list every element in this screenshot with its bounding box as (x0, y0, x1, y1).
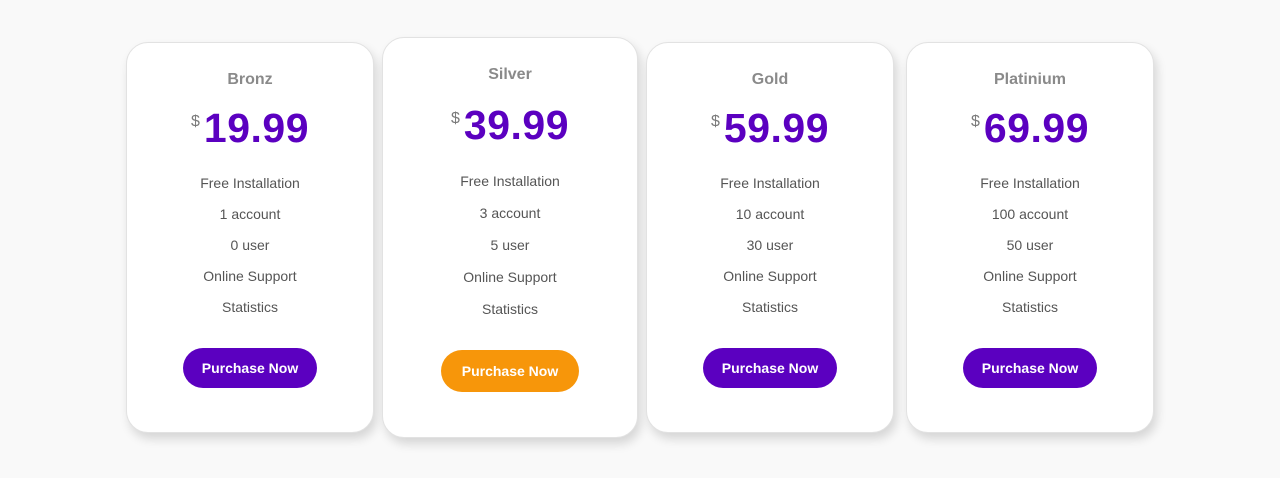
pricing-card-platinium: Platinium $69.99 Free Installation 100 a… (906, 42, 1154, 433)
feature-item: Online Support (463, 269, 557, 285)
price: $69.99 (907, 105, 1153, 155)
feature-item: 5 user (490, 237, 530, 253)
feature-item: 30 user (746, 237, 794, 253)
currency-symbol: $ (710, 113, 720, 130)
currency-symbol: $ (450, 110, 460, 127)
purchase-button-silver[interactable]: Purchase Now (441, 350, 579, 392)
plan-name: Platinium (993, 71, 1066, 88)
price: $59.99 (647, 105, 893, 155)
pricing-card-gold: Gold $59.99 Free Installation 10 account… (646, 42, 894, 433)
pricing-section: Bronz $19.99 Free Installation 1 account… (0, 0, 1280, 478)
feature-item: 1 account (219, 206, 281, 222)
plan-name: Gold (751, 71, 789, 88)
feature-item: 10 account (735, 206, 805, 222)
feature-item: Statistics (221, 299, 278, 315)
feature-list: Free Installation 100 account 50 user On… (907, 173, 1153, 328)
feature-item: Free Installation (720, 175, 820, 191)
pricing-card-silver: Silver $39.99 Free Installation 3 accoun… (382, 37, 638, 438)
feature-item: Online Support (723, 268, 817, 284)
feature-item: Free Installation (460, 173, 560, 189)
feature-item: Online Support (983, 268, 1077, 284)
feature-item: Online Support (203, 268, 297, 284)
feature-item: 3 account (479, 205, 541, 221)
plan-name: Bronz (227, 71, 273, 88)
feature-item: 50 user (1006, 237, 1054, 253)
feature-item: Statistics (741, 299, 798, 315)
price-amount: 19.99 (203, 105, 309, 151)
currency-symbol: $ (190, 113, 200, 130)
price: $39.99 (383, 102, 637, 152)
price: $19.99 (127, 105, 373, 155)
purchase-button-bronz[interactable]: Purchase Now (183, 348, 317, 388)
price-amount: 69.99 (983, 105, 1089, 151)
purchase-button-gold[interactable]: Purchase Now (703, 348, 837, 388)
price-amount: 59.99 (723, 105, 829, 151)
feature-item: 0 user (230, 237, 270, 253)
currency-symbol: $ (970, 113, 980, 130)
purchase-button-platinium[interactable]: Purchase Now (963, 348, 1097, 388)
feature-item: Free Installation (200, 175, 300, 191)
feature-item: 100 account (991, 206, 1069, 222)
feature-item: Free Installation (980, 175, 1080, 191)
feature-list: Free Installation 10 account 30 user Onl… (647, 173, 893, 328)
feature-item: Statistics (481, 301, 538, 317)
plan-name: Silver (488, 66, 532, 83)
feature-list: Free Installation 3 account 5 user Onlin… (383, 171, 637, 331)
feature-item: Statistics (1001, 299, 1058, 315)
pricing-card-bronz: Bronz $19.99 Free Installation 1 account… (126, 42, 374, 433)
feature-list: Free Installation 1 account 0 user Onlin… (127, 173, 373, 328)
price-amount: 39.99 (463, 102, 569, 148)
